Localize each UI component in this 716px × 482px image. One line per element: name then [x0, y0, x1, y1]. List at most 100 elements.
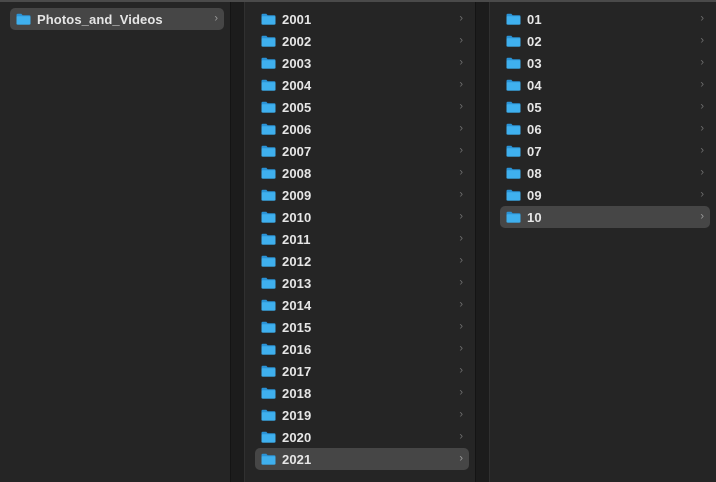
chevron-right-icon: ›: [214, 12, 218, 25]
folder-row[interactable]: 2003 ›: [255, 52, 469, 74]
folder-icon: [261, 321, 276, 333]
folder-row[interactable]: 2002 ›: [255, 30, 469, 52]
folder-row[interactable]: 2012 ›: [255, 250, 469, 272]
chevron-right-icon: ›: [700, 12, 704, 25]
folder-name: 2015: [282, 319, 312, 335]
folder-icon: [261, 233, 276, 245]
folder-row[interactable]: 2016 ›: [255, 338, 469, 360]
folder-icon: [261, 431, 276, 443]
folder-row[interactable]: 2019 ›: [255, 404, 469, 426]
folder-name: 07: [527, 143, 542, 159]
folder-name: 2017: [282, 363, 312, 379]
folder-row[interactable]: 01 ›: [500, 8, 710, 30]
folder-name: 2011: [282, 231, 311, 247]
folder-row[interactable]: 09 ›: [500, 184, 710, 206]
folder-row[interactable]: 03 ›: [500, 52, 710, 74]
column-list: Photos_and_Videos ›: [10, 8, 224, 30]
folder-name: 2021: [282, 451, 312, 467]
folder-name: 2004: [282, 77, 312, 93]
chevron-right-icon: ›: [459, 210, 463, 223]
chevron-right-icon: ›: [700, 34, 704, 47]
folder-icon: [506, 123, 521, 135]
folder-row[interactable]: 2011 ›: [255, 228, 469, 250]
folder-icon: [506, 13, 521, 25]
chevron-right-icon: ›: [459, 254, 463, 267]
folder-icon: [506, 211, 521, 223]
column-resize-handle[interactable]: [230, 2, 245, 482]
column-resize-handle[interactable]: [475, 2, 490, 482]
folder-name: 04: [527, 77, 542, 93]
chevron-right-icon: ›: [459, 276, 463, 289]
folder-row[interactable]: 2015 ›: [255, 316, 469, 338]
folder-name: 2018: [282, 385, 312, 401]
folder-icon: [261, 255, 276, 267]
column-months[interactable]: 01 › 02 › 03 › 04 › 05 › 06 › 07 › 08 › 09 › 10 ›: [490, 2, 716, 482]
chevron-right-icon: ›: [459, 166, 463, 179]
folder-row[interactable]: 2018 ›: [255, 382, 469, 404]
chevron-right-icon: ›: [459, 386, 463, 399]
folder-row[interactable]: 08 ›: [500, 162, 710, 184]
folder-icon: [261, 79, 276, 91]
folder-icon: [506, 57, 521, 69]
folder-name: 2020: [282, 429, 312, 445]
folder-row[interactable]: 2005 ›: [255, 96, 469, 118]
column-years[interactable]: 2001 › 2002 › 2003 › 2004 › 2005 › 2006 › 2007 › 2008 ›…: [245, 2, 475, 482]
chevron-right-icon: ›: [459, 188, 463, 201]
folder-row[interactable]: 10 ›: [500, 206, 710, 228]
folder-name: 2006: [282, 121, 312, 137]
folder-row[interactable]: 06 ›: [500, 118, 710, 140]
chevron-right-icon: ›: [459, 100, 463, 113]
folder-name: 2001: [282, 11, 312, 27]
column-root[interactable]: Photos_and_Videos ›: [0, 2, 230, 482]
chevron-right-icon: ›: [459, 342, 463, 355]
folder-row[interactable]: 2009 ›: [255, 184, 469, 206]
folder-row[interactable]: 2001 ›: [255, 8, 469, 30]
chevron-right-icon: ›: [700, 188, 704, 201]
folder-row[interactable]: 2007 ›: [255, 140, 469, 162]
folder-row[interactable]: 05 ›: [500, 96, 710, 118]
folder-row[interactable]: 2008 ›: [255, 162, 469, 184]
folder-name: 02: [527, 33, 542, 49]
folder-icon: [261, 101, 276, 113]
folder-icon: [261, 453, 276, 465]
folder-row[interactable]: 2004 ›: [255, 74, 469, 96]
chevron-right-icon: ›: [459, 34, 463, 47]
chevron-right-icon: ›: [459, 144, 463, 157]
folder-icon: [506, 167, 521, 179]
folder-row[interactable]: 02 ›: [500, 30, 710, 52]
folder-row[interactable]: Photos_and_Videos ›: [10, 8, 224, 30]
folder-row[interactable]: 2014 ›: [255, 294, 469, 316]
folder-icon: [261, 35, 276, 47]
chevron-right-icon: ›: [700, 122, 704, 135]
folder-name: Photos_and_Videos: [37, 11, 163, 27]
folder-icon: [261, 13, 276, 25]
folder-row[interactable]: 2020 ›: [255, 426, 469, 448]
chevron-right-icon: ›: [700, 166, 704, 179]
folder-row[interactable]: 2006 ›: [255, 118, 469, 140]
folder-name: 10: [527, 209, 542, 225]
folder-row[interactable]: 2017 ›: [255, 360, 469, 382]
folder-name: 2014: [282, 297, 312, 313]
folder-row[interactable]: 2010 ›: [255, 206, 469, 228]
folder-name: 2003: [282, 55, 312, 71]
folder-name: 09: [527, 187, 542, 203]
chevron-right-icon: ›: [459, 78, 463, 91]
chevron-right-icon: ›: [700, 100, 704, 113]
chevron-right-icon: ›: [459, 298, 463, 311]
folder-row[interactable]: 2021 ›: [255, 448, 469, 470]
folder-row[interactable]: 04 ›: [500, 74, 710, 96]
chevron-right-icon: ›: [459, 56, 463, 69]
folder-icon: [506, 189, 521, 201]
folder-icon: [261, 145, 276, 157]
folder-name: 08: [527, 165, 542, 181]
folder-row[interactable]: 07 ›: [500, 140, 710, 162]
folder-row[interactable]: 2013 ›: [255, 272, 469, 294]
column-list: 01 › 02 › 03 › 04 › 05 › 06 › 07 › 08 › 09 › 10 ›: [500, 8, 710, 228]
folder-icon: [506, 79, 521, 91]
column-list: 2001 › 2002 › 2003 › 2004 › 2005 › 2006 › 2007 › 2008 ›…: [255, 8, 469, 470]
folder-icon: [506, 101, 521, 113]
folder-name: 06: [527, 121, 542, 137]
folder-icon: [261, 211, 276, 223]
folder-name: 05: [527, 99, 542, 115]
folder-name: 01: [527, 11, 542, 27]
